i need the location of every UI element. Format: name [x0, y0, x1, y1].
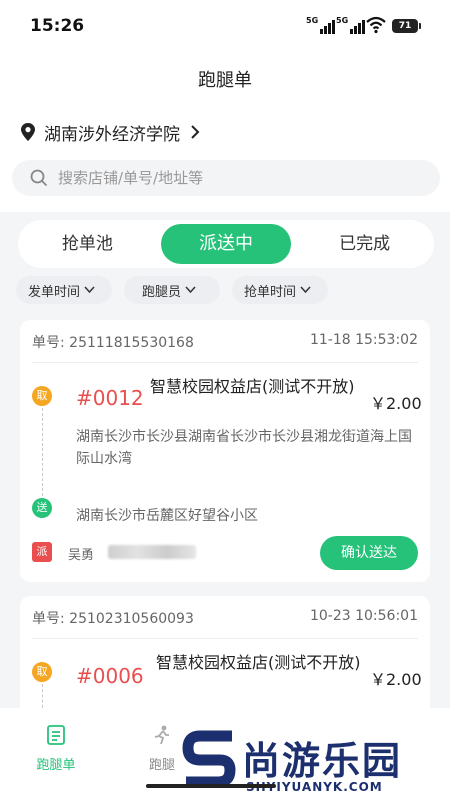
pickup-badge: 取 — [32, 662, 52, 682]
order-id: 25111815530168 — [69, 335, 194, 351]
status-tabs: 抢单池 派送中 已完成 — [18, 220, 434, 268]
order-card[interactable]: 单号: 25102310560093 10-23 10:56:01 取 #000… — [20, 596, 430, 726]
location-selector[interactable]: 湖南涉外经济学院 — [20, 120, 200, 145]
search-input[interactable] — [58, 169, 398, 187]
home-indicator — [146, 784, 276, 788]
filter-post-time[interactable]: 发单时间 — [16, 276, 112, 304]
tab-delivering[interactable]: 派送中 — [160, 224, 292, 264]
rider-name: 吴勇 — [68, 548, 95, 563]
watermark-logo: 尚游乐园 SHYIYUANYK.COM — [182, 728, 450, 800]
signal-icon: 5G — [306, 16, 336, 34]
confirm-delivery-button[interactable]: 确认送达 — [320, 536, 418, 570]
order-list-icon — [47, 725, 65, 745]
location-pin-icon — [21, 123, 35, 141]
search-icon — [30, 169, 48, 187]
signal-icon-2: 5G — [336, 16, 366, 34]
order-id: 25102310560093 — [69, 611, 194, 627]
tab-grab-pool[interactable]: 抢单池 — [22, 224, 153, 264]
deliver-badge: 送 — [32, 498, 52, 518]
order-price: ￥2.00 — [370, 394, 422, 413]
filter-grab-time[interactable]: 抢单时间 — [232, 276, 328, 304]
status-time: 15:26 — [30, 16, 85, 36]
rider-badge: 派 — [32, 542, 52, 562]
order-id-label: 单号: — [32, 335, 65, 351]
nav-orders[interactable]: 跑腿单 — [26, 724, 86, 773]
shop-name: 智慧校园权益店(测试不开放) — [156, 653, 361, 672]
chevron-right-icon — [191, 125, 200, 139]
search-bar[interactable] — [12, 160, 440, 196]
chevron-down-icon — [84, 286, 95, 294]
pickup-badge: 取 — [32, 386, 52, 406]
order-time: 11-18 15:53:02 — [309, 332, 418, 348]
pickup-address: 湖南长沙市长沙县湖南省长沙市长沙县湘龙街道海上国际山水湾 — [76, 429, 412, 467]
divider — [32, 362, 418, 363]
order-price: ￥2.00 — [370, 670, 422, 689]
status-bar: 15:26 5G 5G 71 — [0, 0, 450, 54]
order-time: 10-23 10:56:01 — [309, 608, 418, 624]
order-card[interactable]: 单号: 25111815530168 11-18 15:53:02 取 #001… — [20, 320, 430, 582]
tab-completed[interactable]: 已完成 — [299, 224, 430, 264]
order-header: 单号: 25111815530168 11-18 15:53:02 — [32, 332, 418, 352]
order-id-label: 单号: — [32, 611, 65, 627]
order-number: #0012 — [76, 386, 144, 410]
order-header: 单号: 25102310560093 10-23 10:56:01 — [32, 608, 418, 628]
divider — [32, 638, 418, 639]
watermark-text: 尚游乐园 — [242, 739, 403, 783]
nav-orders-label: 跑腿单 — [36, 758, 76, 773]
battery-icon: 71 — [392, 19, 421, 33]
route-line — [42, 408, 43, 496]
top-section: 15:26 5G 5G 71 跑腿单 湖南涉外经济学院 — [0, 0, 450, 212]
filter-bar: 发单时间 跑腿员 抢单时间 — [16, 276, 328, 304]
wifi-icon — [366, 16, 386, 34]
order-number: #0006 — [76, 664, 144, 688]
deliver-address: 湖南长沙市岳麓区好望谷小区 — [76, 508, 258, 524]
chevron-down-icon — [185, 286, 196, 294]
runner-icon — [154, 725, 169, 745]
location-name: 湖南涉外经济学院 — [44, 124, 180, 145]
shop-name: 智慧校园权益店(测试不开放) — [150, 377, 355, 396]
filter-rider[interactable]: 跑腿员 — [124, 276, 220, 304]
chevron-down-icon — [300, 286, 311, 294]
page-title: 跑腿单 — [198, 70, 252, 91]
rider-phone-blurred — [108, 545, 196, 559]
